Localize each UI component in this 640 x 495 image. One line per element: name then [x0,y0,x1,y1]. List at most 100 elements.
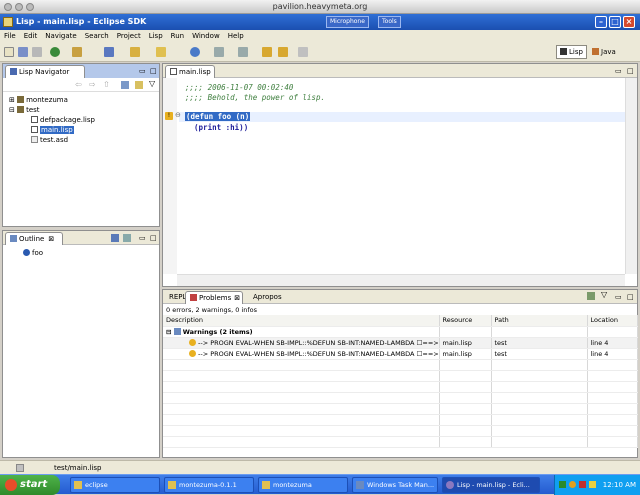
tab-problems[interactable]: Problems ⊠ [185,291,243,304]
column-path[interactable]: Path [491,315,588,327]
menu-help[interactable]: Help [224,30,248,42]
filter-icon[interactable] [123,234,131,242]
lisp-perspective-button[interactable]: Lisp [556,45,587,59]
menu-search[interactable]: Search [81,30,113,42]
tray-icon[interactable] [569,481,576,488]
horizontal-scrollbar[interactable] [177,274,625,286]
code-line-1[interactable]: ;;;; 2006-11-07 00:02:40 [185,83,293,92]
expand-icon[interactable]: ⊞ [9,96,15,104]
maximize-view-icon[interactable]: □ [627,67,634,75]
sort-icon[interactable] [111,234,119,242]
code-line-4[interactable]: (print :hi)) [185,123,248,132]
collapse-all-icon[interactable] [121,81,129,89]
fast-view-icon[interactable] [16,464,24,472]
tree-item-defpackage[interactable]: defpackage.lisp [31,115,95,125]
tray-icon[interactable] [579,481,586,488]
tab-lisp-navigator[interactable]: Lisp Navigator [5,65,85,78]
column-resource[interactable]: Resource [439,315,492,327]
open-type-icon[interactable] [104,47,114,57]
tab-apropos[interactable]: Apropos [249,291,289,304]
back-icon[interactable] [278,47,288,57]
taskbar-item-montezuma-011[interactable]: montezuma-0.1.1 [164,477,254,493]
zoom-dot-icon[interactable] [26,3,34,11]
tools-button[interactable]: Tools [378,16,401,28]
maximize-view-icon[interactable]: □ [150,67,157,75]
code-line-3[interactable]: (defun foo (n) [185,112,251,121]
vertical-scrollbar[interactable] [625,78,637,274]
menu-file[interactable]: File [0,30,20,42]
up-arrow-icon[interactable]: ⇧ [103,80,110,89]
windows-logo-icon [5,479,17,491]
minimize-view-icon[interactable]: ▭ [615,67,622,75]
start-button[interactable]: start [0,475,60,495]
tab-outline[interactable]: Outline ⊠ [5,232,63,245]
build-icon[interactable] [72,47,82,57]
view-menu-icon[interactable]: ▽ [149,79,155,88]
tab-repl[interactable]: REPL [165,291,186,304]
minimize-view-icon[interactable]: ▭ [615,293,622,301]
filter-icon[interactable] [587,292,595,300]
collapse-icon[interactable]: ⊟ [9,106,15,114]
back-arrow-icon[interactable]: ⇦ [75,80,82,89]
eclipse-icon [446,481,454,489]
microphone-button[interactable]: Microphone [326,16,369,28]
save-all-icon[interactable] [32,47,42,57]
taskbar-item-eclipse-lisp[interactable]: Lisp - main.lisp - Ecli... [442,477,540,493]
new-icon[interactable] [4,47,14,57]
warnings-group-row[interactable]: ⊟ Warnings (2 items) [163,326,638,338]
forward-icon[interactable] [298,47,308,57]
view-menu-icon[interactable]: ▽ [601,290,607,299]
menu-run[interactable]: Run [167,30,188,42]
tree-item-montezuma[interactable]: ⊞ montezuma [9,95,68,105]
link-editor-icon[interactable] [135,81,143,89]
menu-navigate[interactable]: Navigate [41,30,80,42]
minimize-view-icon[interactable]: ▭ [139,67,146,75]
table-row[interactable]: --> PROGN EVAL-WHEN SB-IMPL::%DEFUN SB-I… [163,348,638,360]
column-description[interactable]: Description [163,315,440,327]
save-icon[interactable] [18,47,28,57]
menu-edit[interactable]: Edit [20,30,42,42]
close-icon[interactable]: × [623,16,635,28]
outline-icon [10,235,17,242]
minimize-view-icon[interactable]: ▭ [139,234,146,242]
close-tab-icon[interactable]: ⊠ [234,294,240,302]
next-annotation-icon[interactable] [214,47,224,57]
fold-icon[interactable]: ⊖ [175,111,181,119]
folder-icon [168,481,176,489]
menu-lisp[interactable]: Lisp [145,30,167,42]
taskbar-item-montezuma[interactable]: montezuma [258,477,348,493]
tree-item-main-lisp[interactable]: main.lisp [31,125,74,135]
tree-item-test[interactable]: ⊟ test [9,105,40,115]
taskbar-item-task-manager[interactable]: Windows Task Man... [352,477,438,493]
close-dot-icon[interactable] [4,3,12,11]
menu-window[interactable]: Window [188,30,224,42]
minimize-dot-icon[interactable] [15,3,23,11]
outline-item-foo[interactable]: foo [23,248,43,258]
table-row[interactable]: --> PROGN EVAL-WHEN SB-IMPL::%DEFUN SB-I… [163,337,638,349]
maximize-icon[interactable]: □ [609,16,621,28]
row-description: --> PROGN EVAL-WHEN SB-IMPL::%DEFUN SB-I… [198,338,439,347]
warning-marker-icon[interactable]: ! [165,112,173,120]
close-tab-icon[interactable]: ⊠ [48,235,54,243]
prev-annotation-icon[interactable] [238,47,248,57]
tray-icon[interactable] [589,481,596,488]
last-edit-icon[interactable] [262,47,272,57]
menu-project[interactable]: Project [113,30,145,42]
minimize-icon[interactable]: – [595,16,607,28]
forward-arrow-icon[interactable]: ⇨ [89,80,96,89]
tab-main-lisp[interactable]: main.lisp [165,65,215,78]
tree-item-test-asd[interactable]: test.asd [31,135,68,145]
edit-icon[interactable] [130,47,140,57]
java-perspective-button[interactable]: Java [588,45,620,59]
navigator-tab-label: Lisp Navigator [19,68,70,76]
code-line-2[interactable]: ;;;; Behold, the power of lisp. [185,93,325,102]
run-icon[interactable] [50,47,60,57]
open-folder-icon[interactable] [156,47,166,57]
tray-icon[interactable] [559,481,566,488]
column-location[interactable]: Location [587,315,638,327]
taskbar-item-eclipse[interactable]: eclipse [70,477,160,493]
maximize-view-icon[interactable]: □ [627,293,634,301]
maximize-view-icon[interactable]: □ [150,234,157,242]
collapse-icon[interactable]: ⊟ [166,328,171,336]
globe-icon[interactable] [190,47,200,57]
